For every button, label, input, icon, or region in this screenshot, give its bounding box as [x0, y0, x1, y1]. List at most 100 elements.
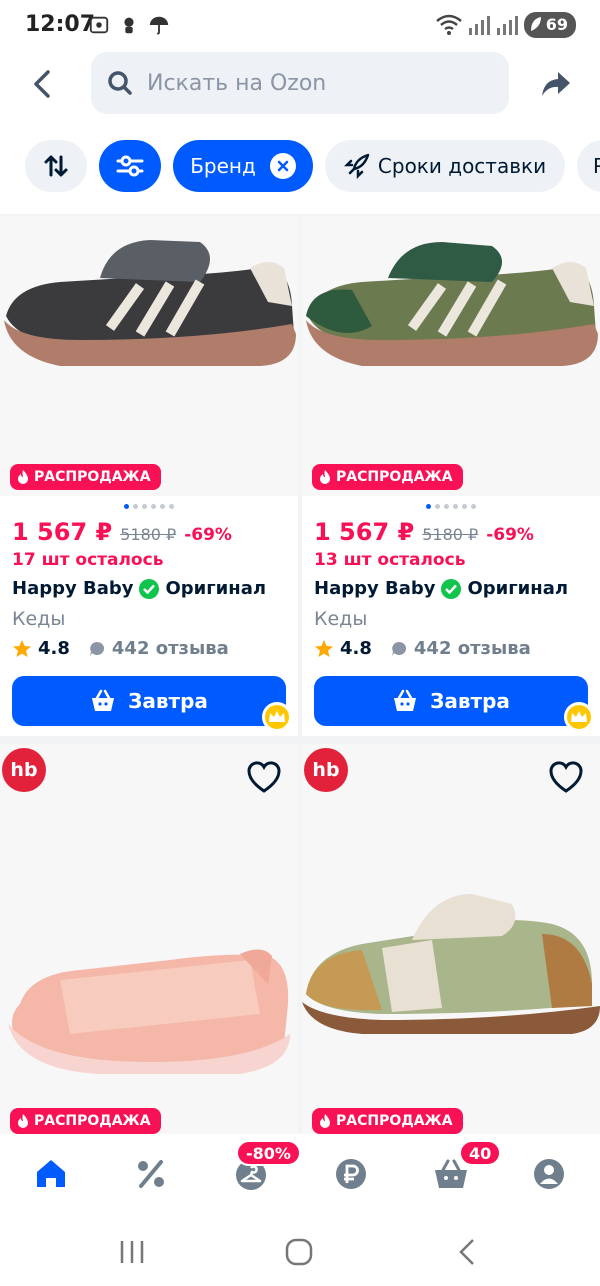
- stock-left: 13 шт осталось: [314, 550, 466, 570]
- nav-sales[interactable]: [131, 1154, 171, 1194]
- sale-badge: РАСПРОДАЖА: [10, 464, 161, 490]
- flame-icon: [320, 1114, 330, 1128]
- basket-icon: [92, 689, 115, 711]
- flame-icon: [320, 470, 330, 484]
- check-icon: [139, 578, 160, 599]
- product-image[interactable]: [302, 216, 600, 496]
- sale-label: РАСПРОДАЖА: [34, 1113, 151, 1129]
- brand-name: Happy Baby: [12, 578, 134, 599]
- search-input[interactable]: Искать на Ozon: [91, 52, 509, 114]
- next-filter-label: Р: [593, 154, 600, 178]
- discount: -69%: [184, 525, 232, 545]
- rating-row: 4.8 442 отзыва: [314, 638, 531, 659]
- battery-level: 69: [545, 15, 568, 34]
- original-label: Оригинал: [165, 578, 267, 599]
- product-type: Кеды: [12, 608, 66, 630]
- ruble-icon: [336, 1159, 366, 1189]
- current-price: 1 567 ₽: [12, 518, 113, 546]
- brand-logo-badge: hb: [2, 748, 46, 792]
- back-system-button[interactable]: [447, 1236, 487, 1268]
- sale-label: РАСПРОДАЖА: [336, 1113, 453, 1129]
- comment-icon: [391, 641, 406, 656]
- sort-button[interactable]: [25, 140, 87, 192]
- price-row: 1 567 ₽ 5180 ₽ -69%: [12, 518, 232, 546]
- nav-home[interactable]: [31, 1154, 71, 1194]
- add-to-cart-button[interactable]: Завтра: [12, 676, 286, 726]
- product-card[interactable]: РАСПРОДАЖА 1 567 ₽ 5180 ₽ -69% 17 шт ост…: [0, 216, 298, 736]
- battery-indicator: 69: [523, 12, 576, 38]
- flame-icon: [18, 470, 28, 484]
- back-button[interactable]: [20, 62, 64, 106]
- recent-apps-button[interactable]: [112, 1236, 152, 1268]
- rating-value: 4.8: [38, 638, 70, 659]
- sneaker-pink-image: [8, 949, 290, 1074]
- search-header: Искать на Ozon: [0, 52, 600, 116]
- sale-badge: РАСПРОДАЖА: [312, 464, 463, 490]
- rating-value: 4.8: [340, 638, 372, 659]
- home-circle-icon: [285, 1238, 313, 1266]
- stock-left: 17 шт осталось: [12, 550, 164, 570]
- brand-logo: hb: [10, 759, 38, 781]
- brand-filter-chip[interactable]: Бренд: [173, 140, 313, 192]
- fresh-badge: -80%: [236, 1140, 301, 1166]
- product-card[interactable]: hb РАСПРОДАЖА: [302, 744, 600, 1134]
- sale-label: РАСПРОДАЖА: [34, 469, 151, 485]
- brand-logo-badge: hb: [304, 748, 348, 792]
- chevron-left-icon: [34, 70, 50, 98]
- brand-name: Happy Baby: [314, 578, 436, 599]
- cart-badge: 40: [459, 1140, 502, 1166]
- product-card[interactable]: hb РАСПРОДАЖА: [0, 744, 298, 1134]
- share-arrow-icon: [542, 72, 570, 96]
- filter-bar: Бренд Сроки доставки Р: [0, 140, 600, 192]
- product-image[interactable]: [302, 744, 600, 1134]
- percent-icon: [138, 1160, 164, 1188]
- product-image[interactable]: [0, 216, 298, 496]
- product-type: Кеды: [314, 608, 368, 630]
- filters-button[interactable]: [99, 140, 161, 192]
- app-notification-icon: [124, 17, 134, 34]
- search-placeholder: Искать на Ozon: [147, 70, 327, 96]
- wifi-icon: [435, 14, 462, 35]
- image-pagination: [302, 504, 600, 509]
- user-icon: [534, 1159, 564, 1189]
- reviews-count: 442 отзыва: [413, 638, 531, 659]
- product-card[interactable]: РАСПРОДАЖА 1 567 ₽ 5180 ₽ -69% 13 шт ост…: [302, 216, 600, 736]
- system-navigation: [0, 1214, 600, 1286]
- leaf-icon: [530, 17, 541, 31]
- sneaker-black-image: [4, 240, 296, 366]
- home-system-button[interactable]: [279, 1236, 319, 1268]
- status-time: 12:07: [25, 12, 96, 37]
- brand-row: Happy Baby Оригинал: [12, 578, 266, 599]
- delivery-date-label: Завтра: [430, 689, 510, 713]
- product-image[interactable]: [0, 744, 298, 1134]
- delivery-date-label: Завтра: [128, 689, 208, 713]
- share-button[interactable]: [534, 62, 578, 106]
- nav-finance[interactable]: [331, 1154, 371, 1194]
- brand-row: Happy Baby Оригинал: [314, 578, 568, 599]
- recent-apps-icon: [120, 1241, 144, 1263]
- search-icon: [108, 71, 132, 95]
- sale-label: РАСПРОДАЖА: [336, 469, 453, 485]
- delivery-filter-label: Сроки доставки: [377, 154, 547, 178]
- close-icon: [277, 160, 289, 172]
- heart-icon[interactable]: [246, 760, 282, 794]
- rocket-icon: [343, 153, 370, 179]
- sale-badge: РАСПРОДАЖА: [10, 1108, 161, 1134]
- current-price: 1 567 ₽: [314, 518, 415, 546]
- nav-profile[interactable]: [529, 1154, 569, 1194]
- check-icon: [441, 578, 462, 599]
- flame-icon: [18, 1114, 28, 1128]
- remove-filter-button[interactable]: [269, 153, 296, 179]
- star-icon: [315, 639, 333, 657]
- sneaker-olive-image: [302, 894, 600, 1034]
- next-filter-chip[interactable]: Р: [577, 140, 600, 192]
- add-to-cart-button[interactable]: Завтра: [314, 676, 588, 726]
- delivery-filter-chip[interactable]: Сроки доставки: [325, 140, 565, 192]
- product-grid: РАСПРОДАЖА 1 567 ₽ 5180 ₽ -69% 17 шт ост…: [0, 214, 600, 1134]
- screenshot-icon: [89, 16, 109, 34]
- reviews-count: 442 отзыва: [111, 638, 229, 659]
- sliders-icon: [116, 155, 144, 177]
- original-label: Оригинал: [467, 578, 569, 599]
- discount: -69%: [486, 525, 534, 545]
- heart-icon[interactable]: [548, 760, 584, 794]
